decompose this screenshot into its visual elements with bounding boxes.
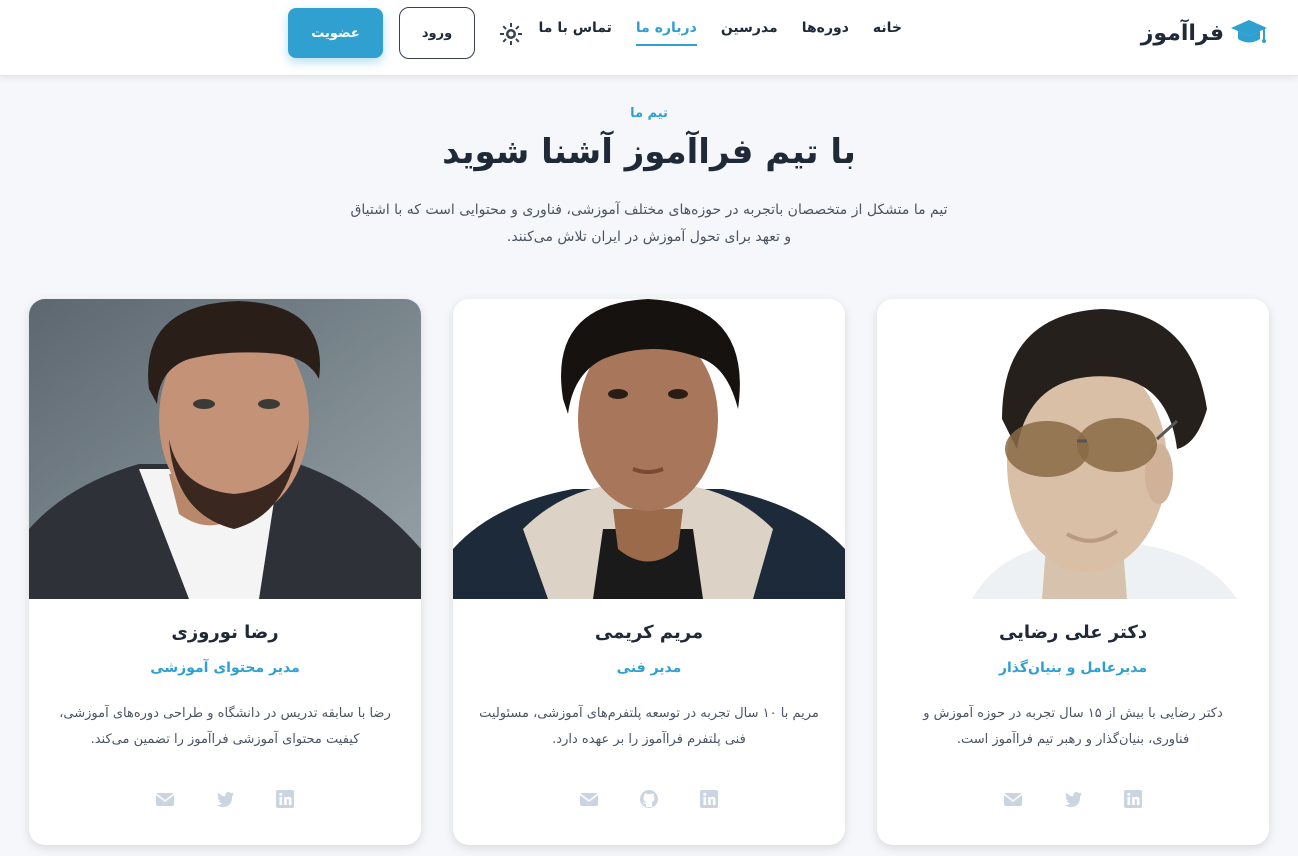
team-member-role: مدیر محتوای آموزشی bbox=[150, 660, 300, 676]
page-subtitle: تیم ما متشکل از متخصصان باتجربه در حوزه‌… bbox=[350, 202, 948, 245]
nav-item-home[interactable]: خانه bbox=[873, 20, 902, 44]
linkedin-icon[interactable] bbox=[275, 789, 295, 809]
logo-text: فراآموز bbox=[1140, 20, 1224, 46]
nav-item-courses[interactable]: دوره‌ها bbox=[802, 20, 849, 44]
site-header: فراآموز خانه دوره‌ها مدرسین درباره ما تم… bbox=[0, 0, 1298, 76]
main-nav: خانه دوره‌ها مدرسین درباره ما تماس با ما bbox=[539, 20, 902, 52]
team-card: دکتر علی رضایی مدیرعامل و بنیان‌گذار دکت… bbox=[877, 299, 1269, 845]
email-icon[interactable] bbox=[155, 789, 175, 809]
linkedin-icon[interactable] bbox=[699, 789, 719, 809]
social-links bbox=[29, 789, 421, 809]
github-icon[interactable] bbox=[639, 789, 659, 809]
social-links bbox=[453, 789, 845, 809]
page-title: با تیم فراآموز آشنا شوید bbox=[442, 132, 856, 172]
social-links bbox=[877, 789, 1269, 809]
team-member-bio: دکتر رضایی با بیش از ۱۵ سال تجربه در حوز… bbox=[923, 706, 1223, 747]
team-member-photo bbox=[29, 299, 421, 599]
email-icon[interactable] bbox=[579, 789, 599, 809]
nav-item-instructors[interactable]: مدرسین bbox=[721, 20, 778, 44]
team-member-name: رضا نوروزی bbox=[171, 622, 279, 643]
login-button[interactable]: ورود bbox=[399, 7, 475, 59]
team-member-photo bbox=[877, 299, 1269, 599]
team-card: مریم کریمی مدیر فنی مریم با ۱۰ سال تجربه… bbox=[453, 299, 845, 845]
nav-item-about[interactable]: درباره ما bbox=[635, 20, 697, 46]
section-eyebrow: تیم ما bbox=[630, 106, 668, 121]
signup-button[interactable]: عضویت bbox=[288, 8, 383, 58]
linkedin-icon[interactable] bbox=[1123, 789, 1143, 809]
team-card: رضا نوروزی مدیر محتوای آموزشی رضا با ساب… bbox=[29, 299, 421, 845]
graduation-cap-icon bbox=[1230, 18, 1268, 48]
logo[interactable]: فراآموز bbox=[1141, 16, 1268, 50]
twitter-icon[interactable] bbox=[1063, 789, 1083, 809]
twitter-icon[interactable] bbox=[215, 789, 235, 809]
team-member-role: مدیرعامل و بنیان‌گذار bbox=[998, 660, 1148, 676]
team-member-name: دکتر علی رضایی bbox=[998, 622, 1148, 643]
nav-item-contact[interactable]: تماس با ما bbox=[539, 20, 612, 44]
email-icon[interactable] bbox=[1003, 789, 1023, 809]
team-member-photo bbox=[453, 299, 845, 599]
team-member-name: مریم کریمی bbox=[594, 622, 704, 643]
sun-icon[interactable] bbox=[500, 23, 522, 45]
team-member-role: مدیر فنی bbox=[616, 660, 682, 676]
team-member-bio: مریم با ۱۰ سال تجربه در توسعه پلتفرم‌های… bbox=[479, 706, 819, 747]
team-member-bio: رضا با سابقه تدریس در دانشگاه و طراحی دو… bbox=[59, 706, 391, 747]
